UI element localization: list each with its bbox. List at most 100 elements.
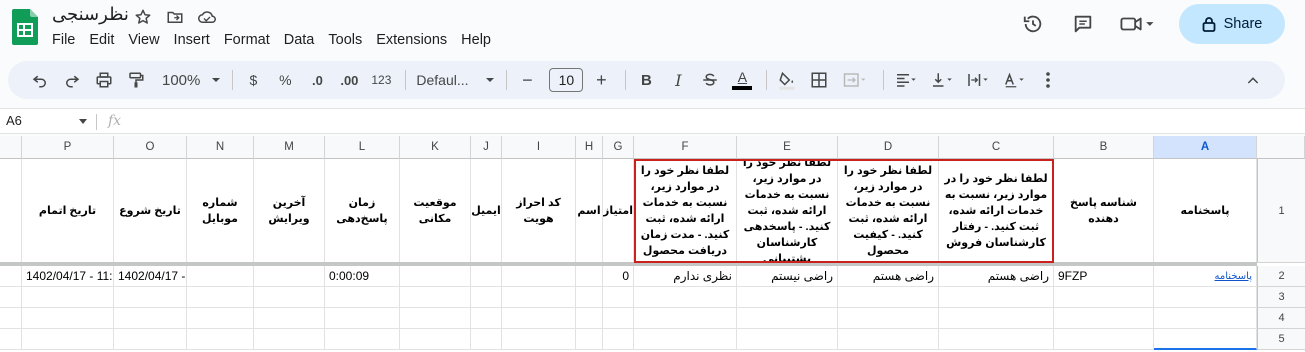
text-color-button[interactable]: A — [728, 66, 756, 94]
empty-cell[interactable] — [737, 308, 838, 329]
version-history-icon[interactable] — [1013, 4, 1053, 44]
empty-cell[interactable] — [22, 329, 114, 350]
menu-format[interactable]: Format — [217, 30, 277, 50]
column-header-m[interactable]: M — [254, 136, 325, 159]
name-box[interactable]: A6 — [6, 113, 22, 128]
header-cell[interactable]: لطفا نظر خود را در موارد زیر، نسبت به خد… — [634, 159, 737, 263]
column-header-k[interactable]: K — [400, 136, 471, 159]
column-header-c[interactable]: C — [939, 136, 1054, 159]
format-currency-button[interactable]: $ — [239, 66, 267, 94]
horizontal-align-icon[interactable] — [890, 66, 922, 94]
font-select[interactable]: Defaul... — [412, 66, 496, 94]
data-cell[interactable]: راضی نیستم — [737, 266, 838, 287]
redo-icon[interactable] — [58, 66, 86, 94]
decrease-decimal-button[interactable]: .0 — [303, 66, 331, 94]
menu-data[interactable]: Data — [277, 30, 322, 50]
empty-cell[interactable] — [634, 308, 737, 329]
document-title[interactable]: نظرسنجی — [52, 4, 129, 25]
empty-cell[interactable] — [187, 308, 254, 329]
column-header-l[interactable]: L — [325, 136, 400, 159]
format-percent-button[interactable]: % — [271, 66, 299, 94]
empty-cell[interactable] — [1154, 308, 1257, 329]
frozen-row-divider[interactable] — [0, 262, 1257, 266]
header-cell[interactable]: تاریخ شروع — [114, 159, 187, 263]
column-header-g[interactable]: G — [603, 136, 634, 159]
empty-cell[interactable] — [737, 287, 838, 308]
row-header-3[interactable]: 3 — [1257, 287, 1305, 308]
font-size-input[interactable]: 10 — [549, 68, 584, 92]
empty-cell[interactable] — [603, 308, 634, 329]
column-header-n[interactable]: N — [187, 136, 254, 159]
empty-cell[interactable] — [400, 329, 471, 350]
header-cell[interactable]: اسم — [576, 159, 603, 263]
merge-cells-icon[interactable] — [837, 66, 873, 94]
column-header-e[interactable]: E — [737, 136, 838, 159]
empty-cell[interactable] — [603, 287, 634, 308]
empty-cell[interactable] — [22, 308, 114, 329]
data-cell[interactable] — [471, 266, 502, 287]
empty-cell[interactable] — [838, 329, 939, 350]
header-cell[interactable]: لطفا نظر خود را در موارد زیر، نسبت به خد… — [737, 159, 838, 263]
star-icon[interactable] — [132, 6, 154, 28]
empty-cell[interactable] — [22, 287, 114, 308]
cell-partial[interactable] — [0, 329, 22, 350]
collapse-menus-icon[interactable] — [1239, 67, 1267, 95]
header-cell[interactable]: تاریخ اتمام — [22, 159, 114, 263]
data-cell[interactable]: راضی هستم — [939, 266, 1054, 287]
increase-decimal-button[interactable]: .00 — [335, 66, 363, 94]
data-cell[interactable]: 9FZP — [1054, 266, 1154, 287]
column-header-b[interactable]: B — [1054, 136, 1154, 159]
data-cell[interactable] — [576, 266, 603, 287]
more-options-icon[interactable] — [1034, 66, 1062, 94]
empty-cell[interactable] — [1054, 308, 1154, 329]
empty-cell[interactable] — [502, 287, 576, 308]
menu-file[interactable]: File — [45, 30, 82, 50]
borders-icon[interactable] — [805, 66, 833, 94]
cell-partial[interactable] — [0, 266, 22, 287]
menu-extensions[interactable]: Extensions — [369, 30, 454, 50]
empty-cell[interactable] — [939, 308, 1054, 329]
empty-cell[interactable] — [1054, 287, 1154, 308]
sheet-grid[interactable]: P O N M L K J I H G F E D C B A 1 2 3 4 5 تاریخ اتمام تاریخ شر… — [0, 136, 1305, 352]
select-all-corner[interactable] — [1257, 136, 1305, 159]
header-cell[interactable]: لطفا نظر خود را در موارد زیر، نسبت به خد… — [939, 159, 1054, 263]
column-header-d[interactable]: D — [838, 136, 939, 159]
print-icon[interactable] — [90, 66, 118, 94]
header-cell[interactable]: امتیاز — [603, 159, 634, 263]
menu-view[interactable]: View — [121, 30, 166, 50]
text-rotation-icon[interactable] — [998, 66, 1030, 94]
italic-button[interactable]: I — [664, 66, 692, 94]
empty-cell[interactable] — [254, 308, 325, 329]
empty-cell[interactable] — [254, 329, 325, 350]
header-cell[interactable]: ایمیل — [471, 159, 502, 263]
data-cell[interactable] — [187, 266, 254, 287]
data-cell[interactable]: نظری ندارم — [634, 266, 737, 287]
data-cell[interactable] — [502, 266, 576, 287]
number-format-button[interactable]: 123 — [367, 66, 395, 94]
header-cell[interactable]: کد احراز هویت — [502, 159, 576, 263]
menu-edit[interactable]: Edit — [82, 30, 121, 50]
empty-cell[interactable] — [114, 287, 187, 308]
empty-cell[interactable] — [1154, 287, 1257, 308]
chevron-down-icon[interactable] — [78, 118, 88, 126]
empty-cell[interactable] — [187, 287, 254, 308]
cell-partial[interactable] — [0, 287, 22, 308]
empty-cell[interactable] — [114, 329, 187, 350]
header-cell[interactable]: لطفا نظر خود را در موارد زیر، نسبت به خد… — [838, 159, 939, 263]
header-cell[interactable]: زمان پاسخ‌دهی — [325, 159, 400, 263]
data-cell[interactable]: 1402/04/17 - 11:34:08 — [114, 266, 187, 287]
empty-cell[interactable] — [939, 329, 1054, 350]
empty-cell[interactable] — [187, 329, 254, 350]
empty-cell[interactable] — [737, 329, 838, 350]
sheets-logo-icon[interactable] — [12, 9, 38, 45]
empty-cell[interactable] — [502, 308, 576, 329]
font-size-decrease-button[interactable]: − — [513, 66, 541, 94]
header-cell[interactable]: آخرین ویرایش — [254, 159, 325, 263]
header-cell[interactable]: شناسه پاسخ دهنده — [1054, 159, 1154, 263]
data-cell[interactable]: 0:00:09 — [325, 266, 400, 287]
empty-cell[interactable] — [325, 329, 400, 350]
text-wrapping-icon[interactable] — [962, 66, 994, 94]
empty-cell[interactable] — [471, 329, 502, 350]
column-header-j[interactable]: J — [471, 136, 502, 159]
empty-cell[interactable] — [939, 287, 1054, 308]
